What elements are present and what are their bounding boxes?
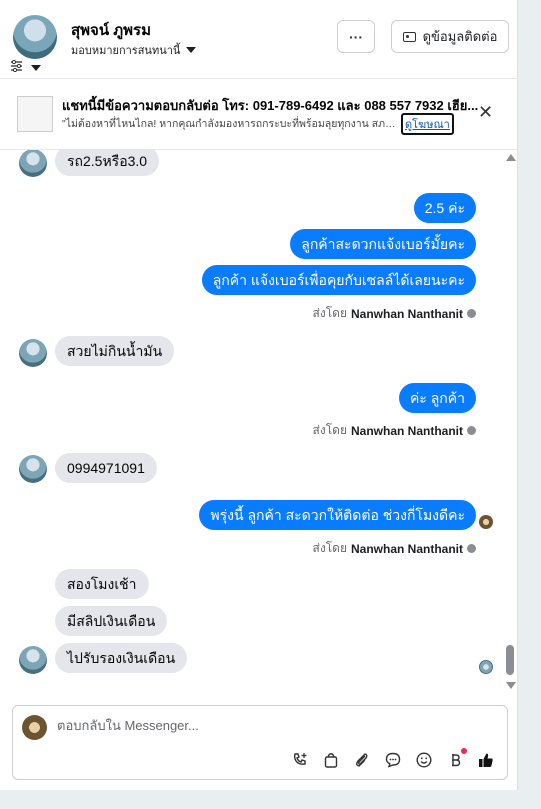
info-icon[interactable]: [467, 426, 476, 435]
contact-name[interactable]: สุพจน์ ภูพรม: [71, 18, 151, 42]
view-contact-button[interactable]: ดูข้อมูลติดต่อ: [391, 20, 509, 53]
ad-thumbnail: [17, 96, 53, 132]
close-icon[interactable]: ✕: [478, 102, 493, 123]
message-incoming: 0994971091: [55, 453, 157, 483]
message-incoming: มีสลิปเงินเดือน: [55, 606, 168, 636]
info-icon[interactable]: [467, 544, 476, 553]
seen-avatar: [479, 515, 493, 529]
add-call-icon[interactable]: [291, 751, 309, 769]
message-outgoing: ลูกค้า แจ้งเบอร์เพื่อคุยกับเซลล์ได้เลยนะ…: [201, 265, 476, 295]
seen-avatar: [479, 660, 493, 674]
sent-by-prefix: ส่งโดย: [312, 423, 347, 437]
avatar: [19, 455, 47, 483]
composer-toolbar: [291, 748, 495, 769]
sent-by-label: ส่งโดย Nanwhan Nanthanit: [313, 304, 476, 323]
message-incoming: สองโมงเช้า: [55, 569, 149, 599]
scroll-up-icon[interactable]: [506, 154, 516, 161]
scroll-thumb[interactable]: [506, 645, 514, 675]
sliders-icon: [10, 59, 23, 75]
sent-by-label: ส่งโดย Nanwhan Nanthanit: [313, 421, 476, 440]
thread-scrollbar[interactable]: [505, 150, 517, 695]
view-contact-label: ดูข้อมูลติดต่อ: [422, 29, 498, 44]
ad-reply-banner: แชทนี้มีข้อความตอบกลับต่อ โทร: 091-789-6…: [0, 80, 518, 150]
saved-replies-icon[interactable]: [384, 751, 402, 769]
sent-by-prefix: ส่งโดย: [312, 306, 347, 320]
sender-name: Nanwhan Nanthanit: [350, 423, 463, 438]
view-ad-link[interactable]: ดูโฆษณา: [401, 113, 454, 135]
sender-name: Nanwhan Nanthanit: [350, 306, 463, 321]
contact-card-icon: [402, 31, 416, 42]
sent-by-label: ส่งโดย Nanwhan Nanthanit: [313, 539, 476, 558]
shopping-bag-icon[interactable]: [322, 751, 340, 769]
page-avatar: [22, 715, 47, 740]
avatar: [19, 646, 47, 674]
message-incoming: ไปรับรองเงินเดือน: [55, 643, 188, 673]
sender-name: Nanwhan Nanthanit: [350, 541, 463, 556]
assign-conversation-dropdown[interactable]: มอบหมายการสนทนานี้: [71, 41, 197, 59]
more-options-button[interactable]: ···: [337, 20, 375, 53]
assign-label: มอบหมายการสนทนานี้: [71, 45, 181, 57]
chevron-down-icon: [186, 47, 197, 53]
paperclip-icon[interactable]: [353, 751, 371, 769]
filter-dropdown[interactable]: [10, 59, 41, 75]
notification-dot: [461, 748, 467, 754]
avatar: [19, 339, 47, 367]
message-composer: [12, 705, 508, 780]
message-outgoing: ค่ะ ลูกค้า: [398, 383, 476, 413]
conversation-panel: สุพจน์ ภูพรม มอบหมายการสนทนานี้ ··· ดูข้…: [0, 0, 518, 790]
ad-text: "ไม่ต้องหาที่ไหนไกล! หากคุณกำลังมองหารถก…: [62, 118, 397, 130]
contact-avatar[interactable]: [13, 15, 57, 59]
message-incoming: สวยไม่กินน้ำมัน: [55, 336, 175, 366]
scroll-down-icon[interactable]: [506, 682, 516, 689]
message-outgoing: พรุ่งนี้ ลูกค้า สะดวกให้ติดต่อ ช่วงกี่โม…: [199, 500, 476, 530]
message-outgoing: 2.5 ค่ะ: [413, 193, 476, 223]
reply-input[interactable]: [57, 718, 477, 733]
sent-by-prefix: ส่งโดย: [312, 541, 347, 555]
emoji-icon[interactable]: [415, 751, 433, 769]
thumbs-up-icon[interactable]: [477, 751, 495, 769]
info-icon[interactable]: [467, 309, 476, 318]
message-outgoing: ลูกค้าสะดวกแจ้งเบอร์มั้ยคะ: [290, 229, 476, 259]
payment-icon[interactable]: [446, 748, 467, 769]
message-incoming: รถ2.5หรือ3.0: [55, 150, 160, 176]
avatar: [19, 150, 47, 177]
chevron-down-icon: [31, 64, 41, 71]
conversation-header: สุพจน์ ภูพรม มอบหมายการสนทนานี้ ··· ดูข้…: [0, 0, 518, 79]
message-thread: รถ2.5หรือ3.0 2.5 ค่ะ ลูกค้าสะดวกแจ้งเบอร…: [0, 150, 518, 695]
